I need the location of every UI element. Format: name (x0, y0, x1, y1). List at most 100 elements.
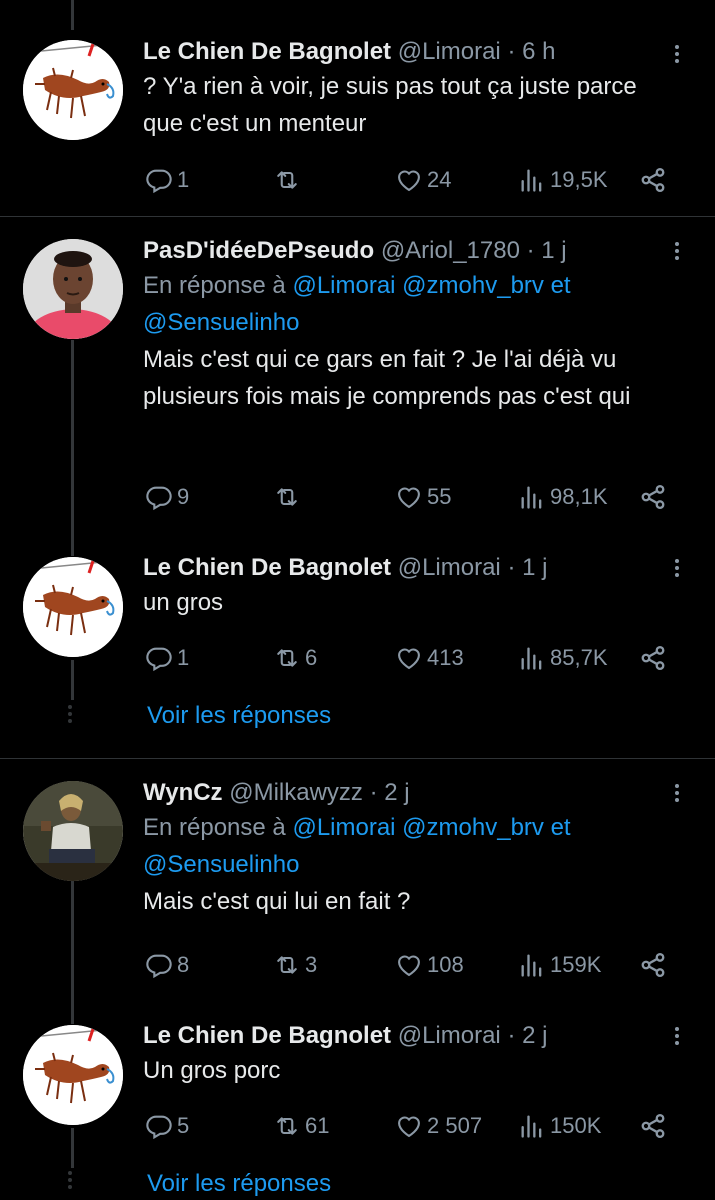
reply-count: 9 (177, 484, 190, 509)
share-icon (639, 951, 667, 979)
timestamp[interactable]: 2 j (522, 1022, 547, 1049)
heart-icon (395, 644, 423, 672)
tweet[interactable]: WynCz @Milkawyzz · 2 j En réponse à @Lim… (0, 759, 715, 1009)
tweet-text: Mais c'est qui lui en fait ? (143, 888, 411, 915)
mention-link[interactable]: @Sensuelinho (143, 851, 299, 878)
more-vertical-icon[interactable] (667, 781, 687, 811)
bar-chart-icon (518, 483, 546, 511)
retweet-icon (273, 1112, 301, 1140)
heart-icon (395, 166, 423, 194)
retweet-count: 6 (305, 645, 318, 670)
like-button[interactable]: 108 (395, 945, 464, 985)
retweet-button[interactable]: 61 (273, 1106, 329, 1146)
display-name[interactable]: WynCz (143, 779, 223, 806)
share-icon (639, 483, 667, 511)
bar-chart-icon (518, 644, 546, 672)
more-vertical-icon[interactable] (667, 42, 687, 72)
handle[interactable]: @Limorai (398, 1022, 501, 1049)
separator: · (507, 38, 516, 65)
share-button[interactable] (639, 1106, 671, 1146)
views-button[interactable]: 98,1K (518, 477, 608, 517)
mention-link[interactable]: @Sensuelinho (143, 309, 299, 336)
like-count: 413 (427, 645, 464, 670)
retweet-button[interactable] (273, 477, 305, 517)
views-count: 98,1K (550, 484, 608, 509)
views-count: 159K (550, 952, 602, 977)
mention-links[interactable]: @Limorai @zmohv_brv et (292, 814, 570, 841)
share-button[interactable] (639, 638, 671, 678)
avatar[interactable] (23, 781, 123, 881)
share-button[interactable] (639, 160, 671, 200)
timestamp[interactable]: 1 j (522, 554, 547, 581)
views-button[interactable]: 19,5K (518, 160, 608, 200)
like-button[interactable]: 2 507 (395, 1106, 482, 1146)
views-button[interactable]: 159K (518, 945, 601, 985)
like-count: 2 507 (427, 1113, 483, 1138)
share-button[interactable] (639, 477, 671, 517)
avatar[interactable] (23, 1025, 123, 1125)
reply-prefix: En réponse à (143, 814, 286, 841)
more-vertical-icon[interactable] (667, 556, 687, 586)
share-icon (639, 166, 667, 194)
bar-chart-icon (518, 1112, 546, 1140)
handle[interactable]: @Milkawyzz (229, 779, 363, 806)
bar-chart-icon (518, 951, 546, 979)
retweet-count: 61 (305, 1113, 330, 1138)
reply-count: 1 (177, 167, 190, 192)
tweet[interactable]: Le Chien De Bagnolet @Limorai · 6 h ? Y'… (0, 0, 715, 215)
timestamp[interactable]: 2 j (384, 779, 409, 806)
views-button[interactable]: 85,7K (518, 638, 608, 678)
heart-icon (395, 483, 423, 511)
tweet-text: un gros (143, 589, 224, 616)
tweet-text: Un gros porc (143, 1057, 281, 1084)
reply-button[interactable]: 1 (145, 160, 189, 200)
more-vertical-icon[interactable] (667, 239, 687, 269)
timestamp[interactable]: 1 j (541, 237, 566, 264)
speech-bubble-icon (145, 951, 173, 979)
more-vertical-icon[interactable] (667, 1024, 687, 1054)
handle[interactable]: @Limorai (398, 554, 501, 581)
mention-links[interactable]: @Limorai @zmohv_brv et (292, 272, 570, 299)
like-button[interactable]: 55 (395, 477, 451, 517)
retweet-icon (273, 644, 301, 672)
like-button[interactable]: 24 (395, 160, 451, 200)
avatar[interactable] (23, 40, 123, 140)
reply-button[interactable]: 9 (145, 477, 189, 517)
reply-count: 5 (177, 1113, 190, 1138)
reply-button[interactable]: 8 (145, 945, 189, 985)
tweet-header: Le Chien De Bagnolet @Limorai · 6 h (143, 36, 685, 68)
bar-chart-icon (518, 166, 546, 194)
tweet[interactable]: PasD'idéeDePseudo @Ariol_1780 · 1 j En r… (0, 217, 715, 537)
tweet[interactable]: Le Chien De Bagnolet @Limorai · 2 j Un g… (0, 1010, 715, 1200)
retweet-button[interactable]: 3 (273, 945, 317, 985)
retweet-button[interactable]: 6 (273, 638, 317, 678)
display-name[interactable]: Le Chien De Bagnolet (143, 1022, 391, 1049)
separator: · (507, 554, 516, 581)
handle[interactable]: @Ariol_1780 (381, 237, 520, 264)
tweet-header: PasD'idéeDePseudo @Ariol_1780 · 1 j (143, 235, 685, 267)
share-button[interactable] (639, 945, 671, 985)
heart-icon (395, 951, 423, 979)
timestamp[interactable]: 6 h (522, 38, 555, 65)
display-name[interactable]: PasD'idéeDePseudo (143, 237, 374, 264)
retweet-button[interactable] (273, 160, 305, 200)
separator: · (507, 1022, 516, 1049)
avatar[interactable] (23, 239, 123, 339)
tweet-text: ? Y'a rien à voir, je suis pas tout ça j… (143, 73, 637, 137)
display-name[interactable]: Le Chien De Bagnolet (143, 38, 391, 65)
retweet-icon (273, 951, 301, 979)
thread-continuation-dots (68, 1168, 72, 1192)
retweet-icon (273, 166, 301, 194)
thread-continuation-dots (68, 702, 72, 726)
handle[interactable]: @Limorai (398, 38, 501, 65)
show-replies-link[interactable]: Voir les réponses (147, 1170, 331, 1198)
reply-button[interactable]: 5 (145, 1106, 189, 1146)
show-replies-link[interactable]: Voir les réponses (147, 702, 331, 730)
views-button[interactable]: 150K (518, 1106, 601, 1146)
avatar[interactable] (23, 557, 123, 657)
reply-button[interactable]: 1 (145, 638, 189, 678)
like-button[interactable]: 413 (395, 638, 464, 678)
display-name[interactable]: Le Chien De Bagnolet (143, 554, 391, 581)
reply-context: En réponse à @Limorai @zmohv_brv et @Sen… (143, 809, 685, 883)
tweet[interactable]: Le Chien De Bagnolet @Limorai · 1 j un g… (0, 540, 715, 756)
